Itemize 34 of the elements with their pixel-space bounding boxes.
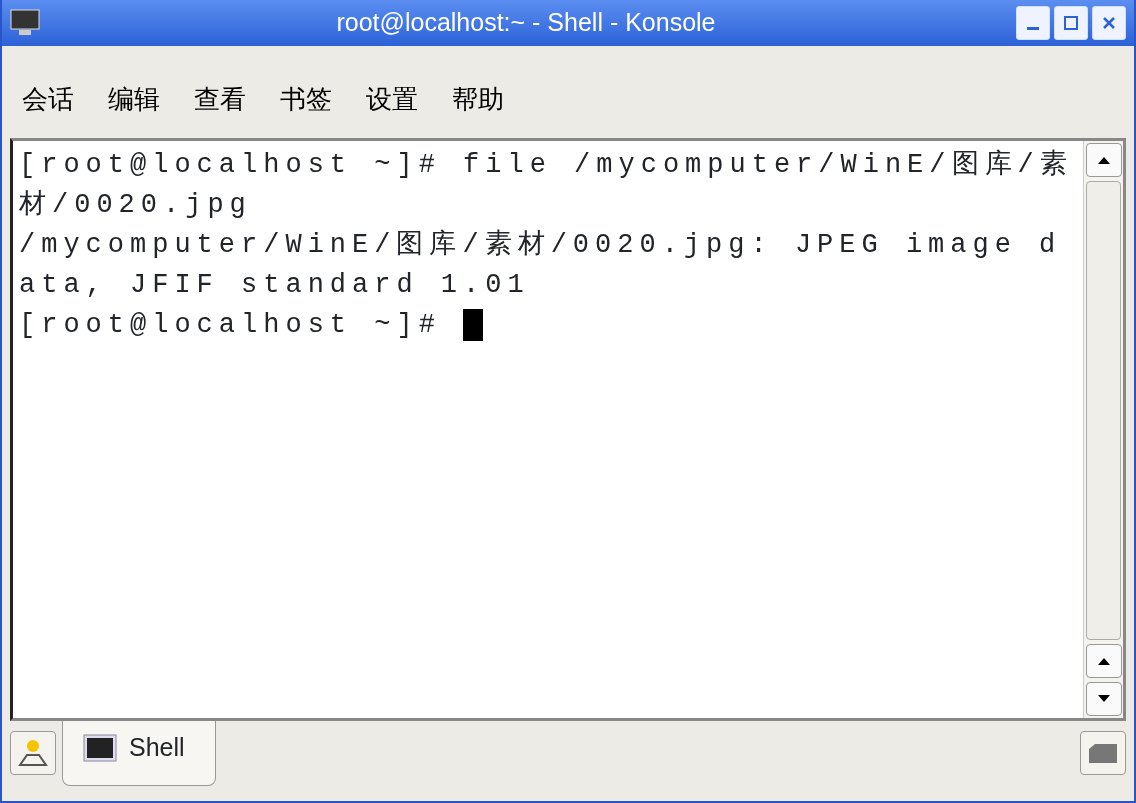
scroll-up-button[interactable] [1086, 644, 1122, 678]
window-title: root@localhost:~ - Shell - Konsole [335, 7, 717, 39]
close-button[interactable] [1092, 6, 1126, 40]
terminal-line: 材/0020.jpg [19, 189, 252, 222]
monitor-icon [10, 9, 40, 37]
new-session-button[interactable] [10, 731, 56, 775]
scroll-down-button[interactable] [1086, 682, 1122, 716]
scrollbar[interactable] [1083, 141, 1123, 718]
session-tab[interactable]: Shell [62, 721, 216, 786]
minimize-icon [1027, 26, 1039, 30]
menu-item[interactable]: 编辑 [102, 76, 166, 123]
maximize-button[interactable] [1054, 6, 1088, 40]
folder-icon [1087, 741, 1119, 765]
terminal-line: ata, JFIF standard 1.01 [19, 269, 530, 302]
down-arrow-icon [1097, 694, 1111, 704]
scrollbar-thumb[interactable] [1086, 181, 1121, 640]
menu-item[interactable]: 会话 [16, 76, 80, 123]
new-session-icon [17, 737, 49, 769]
up-arrow-icon [1097, 656, 1111, 666]
menu-item[interactable]: 帮助 [446, 76, 510, 123]
terminal-icon [83, 733, 117, 762]
terminal-line: /mycomputer/WinE/图库/素材/0020.jpg: JPEG image d [19, 228, 1062, 262]
prompt-text: [root@localhost ~]# [19, 309, 442, 342]
scroll-up-button[interactable] [1086, 143, 1122, 177]
terminal-line: [root@localhost ~]# file /mycomputer/WinE/图库/素 [19, 148, 1073, 182]
close-icon [1101, 15, 1117, 31]
maximize-icon [1063, 15, 1079, 31]
close-session-button[interactable] [1080, 731, 1126, 775]
menu-item[interactable]: 书签 [274, 76, 338, 123]
text-cursor [463, 309, 484, 341]
up-arrow-icon [1097, 155, 1111, 165]
menu-item[interactable]: 查看 [188, 76, 252, 123]
minimize-button[interactable] [1016, 6, 1050, 40]
menu-item[interactable]: 设置 [360, 76, 424, 123]
